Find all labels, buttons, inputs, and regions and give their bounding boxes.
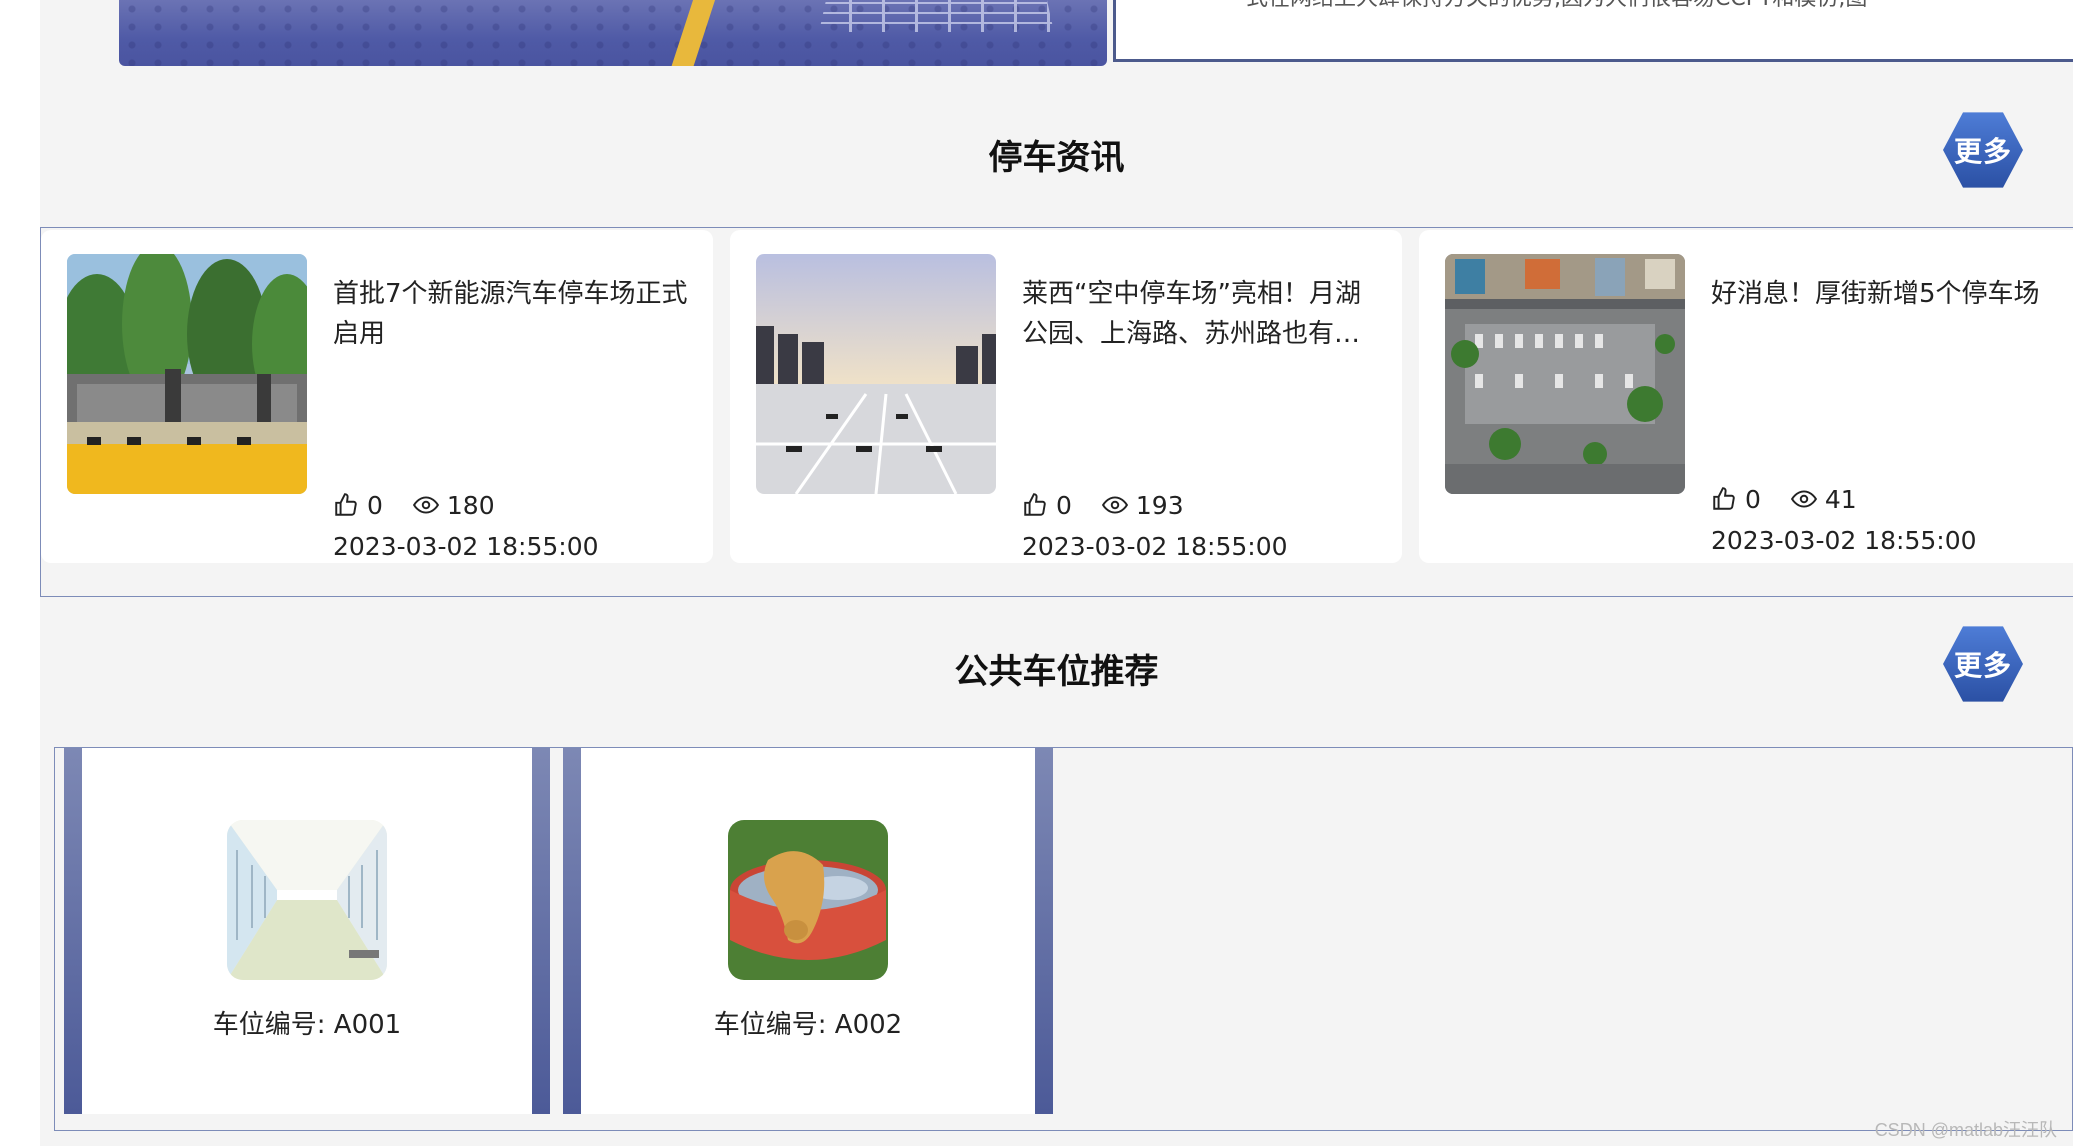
news-thumbnail-rooftop-parking[interactable] (756, 254, 996, 494)
page: 式在网络上大肆保持方关的优势,因为大们很容易CCPT和模仿,图 停车资讯 更多 (40, 0, 2073, 1146)
view-count: 193 (1135, 490, 1184, 520)
parking-lot-number: 车位编号: A002 (713, 1010, 903, 1040)
news-date: 2023-03-02 18:55:00 (333, 532, 599, 561)
news-carousel[interactable]: 首批7个新能源汽车停车场正式启用 0 180 2023-03-02 18:55:… (40, 227, 2073, 597)
parking-lot-card[interactable]: 车位编号: A002 (563, 748, 1053, 1114)
thumbs-up-icon[interactable] (1711, 486, 1737, 512)
news-date: 2023-03-02 18:55:00 (1711, 526, 1977, 555)
news-thumbnail-ev-charging[interactable] (67, 254, 307, 494)
like-count: 0 (1745, 484, 1761, 514)
news-stats: 0 193 (1022, 488, 1206, 522)
lots-section-title: 公共车位推荐 (954, 652, 1159, 692)
news-card[interactable]: 好消息！厚街新增5个停车场 0 41 2023-03-02 18:55:00 (1419, 230, 2073, 563)
news-title[interactable]: 莱西“空中停车场”亮相！月湖公园、上海路、苏州路也有新停车场 (1022, 274, 1382, 354)
view-count: 41 (1824, 484, 1857, 514)
parking-lot-list: 车位编号: A001 车位编号: A002 (54, 747, 2073, 1131)
news-stats: 0 180 (333, 488, 517, 522)
thumbs-up-icon[interactable] (1022, 492, 1048, 518)
drain-grate (819, 0, 1054, 32)
eye-icon (1790, 490, 1817, 508)
news-section-title: 停车资讯 (988, 138, 1125, 178)
like-count: 0 (1056, 490, 1072, 520)
news-stats: 0 41 (1711, 482, 1879, 516)
thumbs-up-icon[interactable] (333, 492, 359, 518)
view-count: 180 (446, 490, 495, 520)
parking-lot-number: 车位编号: A001 (212, 1010, 402, 1040)
news-title[interactable]: 首批7个新能源汽车停车场正式启用 (333, 274, 693, 354)
eye-icon (1101, 496, 1128, 514)
parking-lot-image-dog-pool[interactable] (728, 820, 888, 980)
news-thumbnail-aerial-lot[interactable] (1445, 254, 1685, 494)
news-card[interactable]: 莱西“空中停车场”亮相！月湖公园、上海路、苏州路也有新停车场 0 193 202… (730, 230, 1402, 563)
carousel-banner-image[interactable] (119, 0, 1107, 66)
parking-lot-card[interactable]: 车位编号: A001 (64, 748, 550, 1114)
parking-lot-image-corridor[interactable] (227, 820, 387, 980)
watermark-text: CSDN @matlab汪汪队 (1874, 1120, 2057, 1140)
news-title[interactable]: 好消息！厚街新增5个停车场 (1711, 274, 2071, 314)
like-count: 0 (367, 490, 383, 520)
intro-text-box: 式在网络上大肆保持方关的优势,因为大们很容易CCPT和模仿,图 (1113, 0, 2073, 62)
news-card[interactable]: 首批7个新能源汽车停车场正式启用 0 180 2023-03-02 18:55:… (41, 230, 713, 563)
news-date: 2023-03-02 18:55:00 (1022, 532, 1288, 561)
intro-text: 式在网络上大肆保持方关的优势,因为大们很容易CCPT和模仿,图 (1246, 0, 2046, 14)
eye-icon (412, 496, 439, 514)
